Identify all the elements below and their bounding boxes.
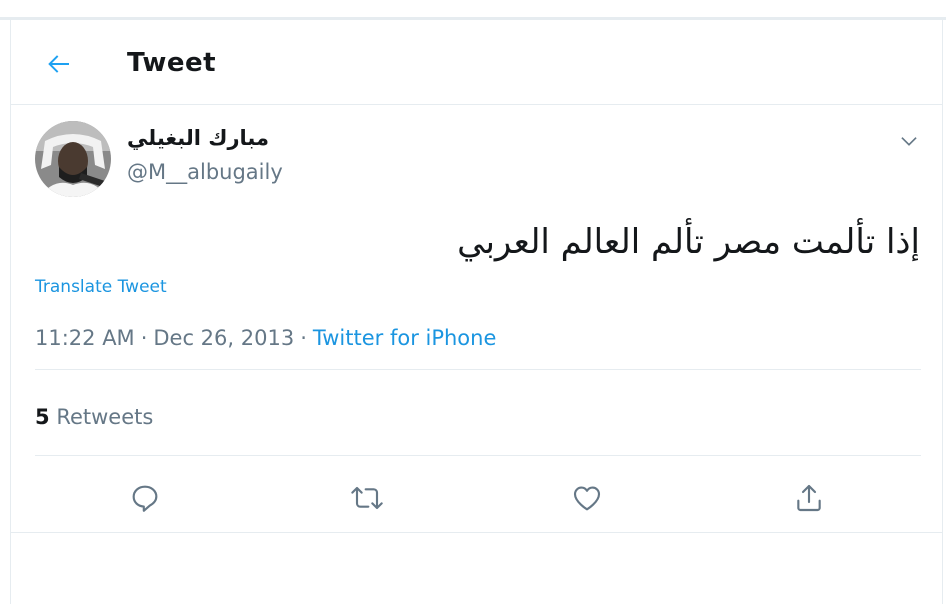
tweet-time[interactable]: 11:22 AM [35, 326, 135, 350]
author-handle[interactable]: @M__albugaily [127, 160, 283, 184]
actions-divider [11, 532, 942, 533]
share-icon [797, 484, 821, 512]
meta-separator: · [300, 326, 307, 350]
share-button[interactable] [789, 478, 829, 518]
tweet-text: إذا تألمت مصر تألم العالم العربي [457, 222, 920, 262]
avatar[interactable] [35, 121, 111, 197]
heart-icon [573, 486, 601, 511]
back-button[interactable] [41, 46, 77, 82]
retweet-count: 5 [35, 405, 50, 429]
arrow-left-icon [48, 55, 69, 73]
meta-separator: · [140, 326, 148, 350]
more-options-button[interactable] [894, 126, 924, 156]
retweet-button[interactable] [347, 478, 387, 518]
avatar-photo [35, 121, 111, 197]
retweet-icon [351, 486, 383, 510]
tweet-date[interactable]: Dec 26, 2013 [153, 326, 294, 350]
tweet-detail-column: Tweet مبارك البغيلي @M__albugaily إذا تأ… [10, 20, 943, 604]
page-title: Tweet [127, 48, 217, 78]
reply-button[interactable] [125, 478, 165, 518]
translate-tweet-link[interactable]: Translate Tweet [35, 277, 167, 297]
action-bar [11, 472, 942, 532]
reply-icon [132, 485, 158, 512]
chevron-down-icon [901, 137, 917, 146]
stats-divider [35, 455, 921, 456]
retweet-label: Retweets [56, 405, 154, 429]
tweet-source-link[interactable]: Twitter for iPhone [313, 326, 497, 350]
header-bar: Tweet [11, 20, 942, 105]
meta-divider [35, 369, 921, 370]
tweet-meta: 11:22 AM · Dec 26, 2013 · Twitter for iPhone [35, 326, 496, 350]
retweet-stats[interactable]: 5 Retweets [35, 405, 153, 429]
like-button[interactable] [567, 478, 607, 518]
author-display-name[interactable]: مبارك البغيلي [127, 126, 269, 150]
page: Tweet مبارك البغيلي @M__albugaily إذا تأ… [0, 0, 946, 604]
